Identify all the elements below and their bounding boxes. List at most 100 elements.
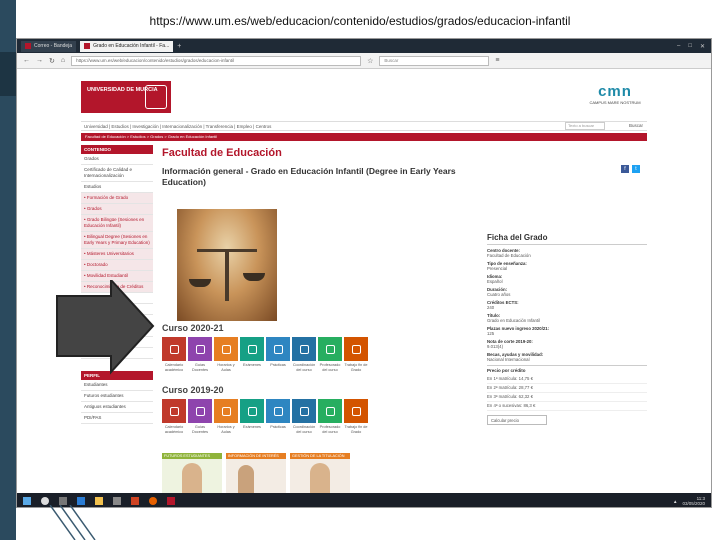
course-tile-button[interactable] — [266, 337, 290, 361]
sidebar-item[interactable]: • Grado Bilingüe (Sesiones en Educación … — [81, 215, 153, 232]
sidebar-perfil-item[interactable]: PDI/PAS — [81, 413, 153, 424]
folder-icon[interactable] — [95, 497, 103, 505]
windows-start-icon[interactable] — [23, 497, 31, 505]
sidebar-item[interactable]: • Másteres Universitarios — [81, 249, 153, 260]
browser-tab-grado[interactable]: Grado en Educación Infantil - Fa... — [80, 40, 174, 52]
slide-left-bar — [0, 0, 16, 540]
tile-icon — [247, 344, 257, 354]
precio-section: Precio por crédito En 1ª matrícula: 14,7… — [487, 365, 647, 425]
course-tile-button[interactable] — [292, 337, 316, 361]
course-tile-button[interactable] — [214, 337, 238, 361]
address-bar[interactable]: https://www.um.es/web/educacion/contenid… — [71, 55, 362, 66]
edge-icon[interactable] — [77, 497, 85, 505]
browser-search-input[interactable]: Buscar — [379, 55, 490, 66]
facebook-icon[interactable]: f — [621, 165, 629, 173]
banner-person-image — [238, 465, 254, 493]
course-tile-label: Coordinación del curso — [292, 363, 316, 372]
browser-screenshot: Correo - Bandeja Grado en Educación Infa… — [16, 38, 712, 508]
tiles-2020 — [162, 337, 368, 361]
calc-price-button[interactable]: Calcular precio — [487, 415, 547, 425]
twitter-icon[interactable]: t — [632, 165, 640, 173]
firefox-icon[interactable] — [149, 497, 157, 505]
network-icon[interactable]: ▲ — [673, 499, 677, 504]
sidebar-item[interactable]: • Doctorado — [81, 260, 153, 271]
site-menu[interactable]: Universidad | Estudios | Investigación |… — [81, 121, 647, 131]
course-tile-label: Exámenes — [243, 425, 261, 429]
precio-list: En 1ª matrícula: 14,75 € En 2ª matrícula:… — [487, 375, 647, 411]
tab-favicon-icon — [25, 43, 31, 49]
promo-banner[interactable]: GESTIÓN DE LA TITULACIÓN — [290, 453, 350, 493]
um-logo[interactable]: UNIVERSIDAD DE MURCIA — [81, 81, 171, 113]
minimize-icon[interactable]: – — [677, 43, 680, 50]
course-tile-label: Prácticas — [270, 363, 286, 367]
sidebar-item[interactable]: Certificado de Calidad e Internacionaliz… — [81, 165, 153, 182]
tile-icon — [325, 406, 335, 416]
course-tile-button[interactable] — [240, 399, 264, 423]
tile-icon — [299, 406, 309, 416]
clock[interactable]: 11:3 03/05/2020 — [682, 496, 705, 506]
tile-icon — [247, 406, 257, 416]
course-tile-button[interactable] — [188, 337, 212, 361]
page-title: Información general - Grado en Educación… — [162, 166, 456, 187]
store-icon[interactable] — [113, 497, 121, 505]
cmn-logo[interactable]: cmn CAMPUS MARE NOSTRUM — [585, 83, 645, 117]
browser-tab-mail[interactable]: Correo - Bandeja — [21, 40, 77, 52]
site-search-button[interactable]: Buscar — [629, 123, 643, 128]
task-view-icon[interactable] — [59, 497, 67, 505]
powerpoint-icon[interactable] — [131, 497, 139, 505]
tiles-2019 — [162, 399, 368, 423]
sidebar-item[interactable]: Estudios — [81, 182, 153, 193]
course-tile-label: Calendario académico — [164, 363, 184, 372]
course-tile-button[interactable] — [162, 399, 186, 423]
course-tile-button[interactable] — [318, 399, 342, 423]
forward-icon[interactable]: → — [36, 57, 43, 64]
social-links: f t — [621, 165, 640, 173]
site-search-input[interactable]: Texto a buscar — [565, 122, 605, 130]
search-icon[interactable] — [41, 497, 49, 505]
new-tab-icon[interactable]: + — [177, 43, 181, 50]
bookmark-icon[interactable]: ☆ — [367, 57, 373, 65]
course-tile-label: Coordinación del curso — [292, 425, 316, 434]
promo-banners: FUTUROS ESTUDIANTES INFORMACIÓN DE INTERÉ… — [162, 453, 350, 493]
scale-post — [225, 249, 229, 301]
course-tile-button[interactable] — [344, 399, 368, 423]
tab-label: Grado en Educación Infantil - Fa... — [93, 43, 170, 49]
promo-banner[interactable]: INFORMACIÓN DE INTERÉS — [226, 453, 286, 493]
menu-icon[interactable]: ≡ — [495, 57, 499, 64]
course-tile-button[interactable] — [214, 399, 238, 423]
scale-pan-right — [243, 273, 265, 281]
close-icon[interactable]: ✕ — [700, 43, 705, 50]
sidebar-item[interactable]: Grados — [81, 154, 153, 165]
course-tile-button[interactable] — [162, 337, 186, 361]
breadcrumb[interactable]: Facultad de Educación > Estudios > Grado… — [81, 133, 647, 141]
tile-icon — [169, 344, 179, 354]
course-tile-button[interactable] — [318, 337, 342, 361]
ficha-field-value: 9.013(4) — [487, 344, 504, 349]
back-icon[interactable]: ← — [23, 57, 30, 64]
precio-row: En 2ª matrícula: 28,77 € — [487, 384, 647, 393]
course-tile-label: Horarios y Aulas — [217, 363, 235, 372]
sidebar-item[interactable]: • Formación de Grado — [81, 193, 153, 204]
promo-banner[interactable]: FUTUROS ESTUDIANTES — [162, 453, 222, 493]
course-tile-label: Horarios y Aulas — [217, 425, 235, 434]
course-tile-label: Calendario académico — [164, 425, 184, 434]
sidebar-item[interactable]: • Bilingual Degree (Sesiones en Early Ye… — [81, 232, 153, 249]
ficha-field-value: 125 — [487, 331, 495, 336]
reload-icon[interactable]: ↻ — [49, 57, 55, 65]
ficha-field-value: Facultad de Educación — [487, 253, 531, 258]
window-controls: – □ ✕ — [677, 43, 711, 50]
sidebar-perfil-item[interactable]: Futuros estudiantes — [81, 391, 153, 402]
home-icon[interactable]: ⌂ — [61, 57, 65, 64]
slide-left-notch — [0, 52, 16, 96]
sidebar-perfil-item[interactable]: Antiguos estudiantes — [81, 402, 153, 413]
course-tile-button[interactable] — [344, 337, 368, 361]
sidebar-item[interactable]: • Grados — [81, 204, 153, 215]
maximize-icon[interactable]: □ — [688, 43, 692, 50]
pdf-icon[interactable] — [167, 497, 175, 505]
course-tile-button[interactable] — [240, 337, 264, 361]
ficha-field-value: Cuatro años — [487, 292, 511, 297]
course-tile-button[interactable] — [188, 399, 212, 423]
course-tile-button[interactable] — [266, 399, 290, 423]
course-tile-button[interactable] — [292, 399, 316, 423]
tile-icon — [351, 406, 361, 416]
